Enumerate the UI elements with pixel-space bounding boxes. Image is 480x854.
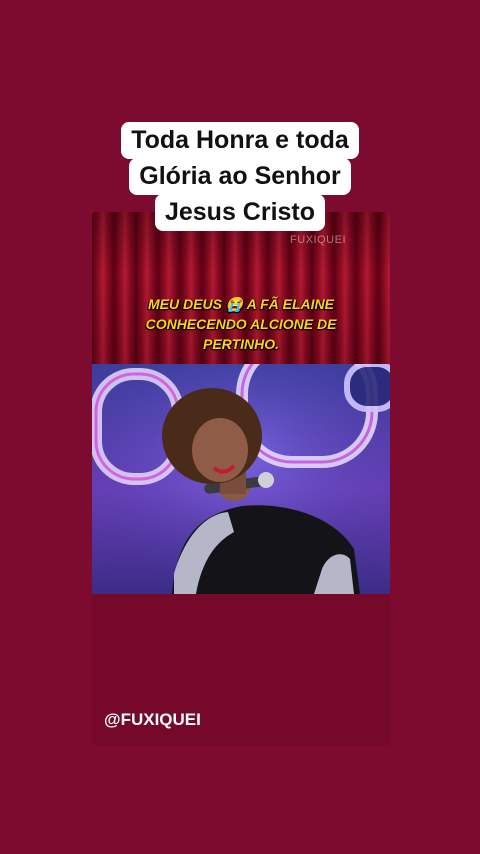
overlay-line-1: MEU DEUS 😭 A FÃ ELAINE — [148, 296, 334, 312]
overlay-line-2: CONHECENDO ALCIONE DE — [145, 316, 337, 332]
overlay-line-3: PERTINHO. — [203, 336, 279, 352]
story-caption: Toda Honra e toda Glória ao Senhor Jesus… — [0, 122, 480, 231]
caption-line-1: Toda Honra e toda — [121, 122, 359, 159]
singer-photo — [92, 364, 390, 594]
watermark-text: FUXIQUEI — [290, 234, 346, 246]
account-handle[interactable]: @FUXIQUEI — [104, 710, 201, 730]
video-overlay-caption: MEU DEUS 😭 A FÃ ELAINE CONHECENDO ALCION… — [92, 294, 390, 354]
caption-line-3: Jesus Cristo — [154, 194, 326, 231]
shared-post-card[interactable]: FUXIQUEI MEU DEUS 😭 A FÃ ELAINE CONHECEN… — [92, 212, 390, 746]
caption-line-2: Glória ao Senhor — [129, 158, 351, 195]
